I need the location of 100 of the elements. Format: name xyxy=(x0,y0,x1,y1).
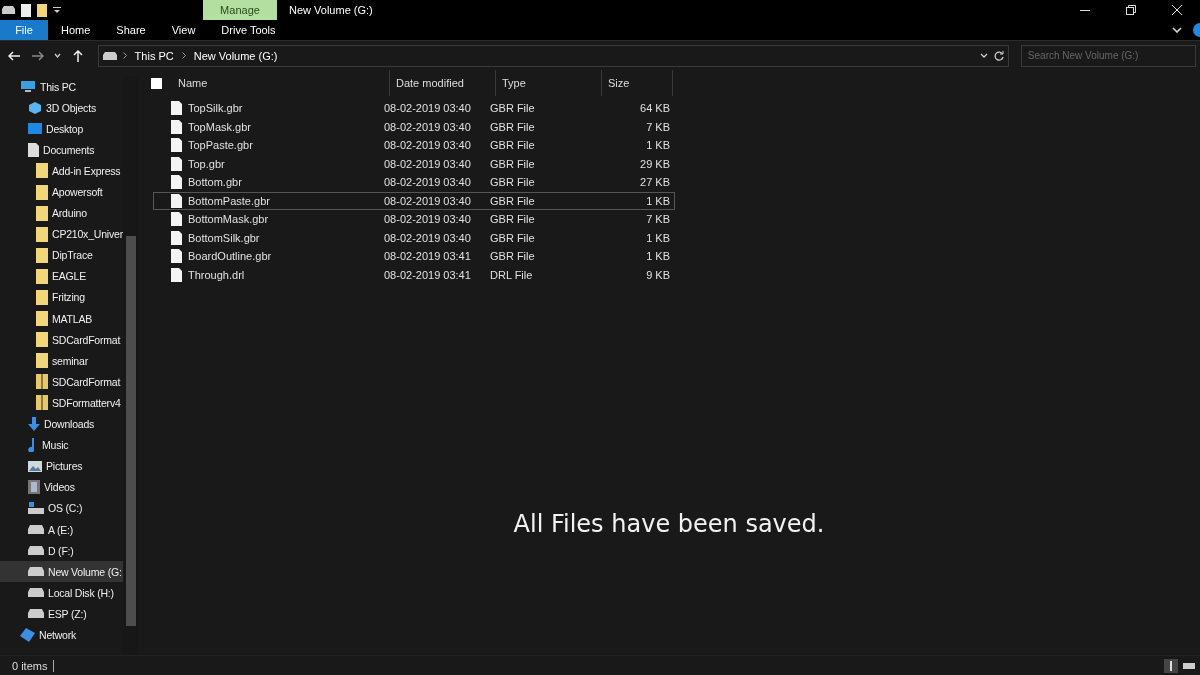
sidebar-item[interactable]: This PC xyxy=(0,76,123,98)
window-title: New Volume (G:) xyxy=(288,3,374,18)
type-cell: DRL File xyxy=(490,268,533,281)
close-icon xyxy=(1172,5,1182,15)
date-cell: 08-02-2019 03:41 xyxy=(384,268,471,281)
sidebar-item[interactable]: SDCardFormat xyxy=(0,329,123,351)
ribbon-tab[interactable]: Drive Tools xyxy=(208,20,289,40)
file-row[interactable]: TopMask.gbr 08-02-2019 03:40 GBR File 7 KB xyxy=(153,117,675,136)
sidebar-item[interactable]: Documents xyxy=(0,139,123,161)
file-row[interactable]: BottomMask.gbr 08-02-2019 03:40 GBR File 7 KB xyxy=(153,210,675,229)
sidebar-item[interactable]: Network xyxy=(0,624,123,646)
breadcrumb[interactable]: New Volume (G:) xyxy=(191,49,280,62)
sidebar-item[interactable]: Fritzing xyxy=(0,286,123,309)
sidebar-item[interactable]: Add-in Express xyxy=(0,160,123,182)
sidebar-item[interactable]: Apowersoft xyxy=(0,181,123,203)
file-icon xyxy=(171,101,182,116)
drive-icon xyxy=(28,609,44,619)
file-row[interactable]: Top.gbr 08-02-2019 03:40 GBR File 29 KB xyxy=(153,154,675,173)
refresh-icon[interactable] xyxy=(993,50,1004,61)
sidebar-item[interactable]: Local Disk (H:) xyxy=(0,582,123,604)
document-icon[interactable] xyxy=(21,3,31,17)
ribbon-tab[interactable]: File xyxy=(0,20,48,40)
file-icon xyxy=(171,267,182,282)
file-row[interactable]: BoardOutline.gbr 08-02-2019 03:41 GBR File 1 KB xyxy=(153,247,675,266)
sidebar-item[interactable]: SDCardFormat xyxy=(0,371,123,393)
sidebar-item[interactable]: 3D Objects xyxy=(0,97,123,119)
file-name: TopMask.gbr xyxy=(188,120,251,133)
file-row[interactable]: Through.drl 08-02-2019 03:41 DRL File 9 KB xyxy=(153,265,675,284)
address-bar[interactable]: This PC New Volume (G:) xyxy=(97,44,1009,67)
chevron-down-icon[interactable] xyxy=(979,53,988,58)
sidebar-item[interactable]: ESP (Z:) xyxy=(0,603,123,625)
file-icon xyxy=(171,138,182,153)
sidebar-item[interactable]: OS (C:) xyxy=(0,497,123,519)
column-header[interactable]: Type xyxy=(496,70,602,96)
picture-icon xyxy=(28,460,42,472)
sidebar-item[interactable]: Pictures xyxy=(0,455,123,477)
context-tab[interactable]: Manage xyxy=(203,0,277,20)
ribbon-tab[interactable]: Home xyxy=(48,20,104,40)
sidebar-item[interactable]: A (E:) xyxy=(0,518,123,541)
sidebar-item[interactable]: CP210x_Univer xyxy=(0,223,123,245)
sidebar-item[interactable]: Desktop xyxy=(0,118,123,140)
folder-icon xyxy=(36,353,48,369)
sidebar-item[interactable]: Videos xyxy=(0,476,123,498)
folder-icon xyxy=(36,205,48,221)
ribbon-tab[interactable]: View xyxy=(158,20,209,40)
caret-icon[interactable] xyxy=(53,6,61,14)
select-all-checkbox[interactable] xyxy=(151,77,162,89)
sidebar-item[interactable]: SDFormatterv4 xyxy=(0,392,123,414)
sidebar-item[interactable]: Arduino xyxy=(0,202,123,224)
file-row[interactable]: TopPaste.gbr 08-02-2019 03:40 GBR File 1 KB xyxy=(153,136,675,155)
network-icon xyxy=(20,628,35,642)
date-cell: 08-02-2019 03:40 xyxy=(384,139,471,152)
breadcrumb[interactable]: This PC xyxy=(132,49,176,62)
cube-icon xyxy=(28,100,42,115)
sidebar-item[interactable]: Downloads xyxy=(0,413,123,435)
file-row[interactable]: BottomSilk.gbr 08-02-2019 03:40 GBR File 1 KB xyxy=(153,228,675,247)
folder-icon xyxy=(36,226,48,242)
details-view-icon[interactable] xyxy=(1164,658,1178,673)
sidebar-item[interactable]: seminar xyxy=(0,350,123,372)
drive-icon xyxy=(2,6,15,14)
sidebar-item[interactable]: MATLAB xyxy=(0,308,123,330)
drive-icon xyxy=(102,51,117,60)
date-cell: 08-02-2019 03:40 xyxy=(384,120,471,133)
computer-icon xyxy=(20,80,36,94)
folder-icon xyxy=(36,247,48,263)
file-name: BottomPaste.gbr xyxy=(188,194,270,207)
folder-icon xyxy=(36,163,48,179)
sidebar-item[interactable]: DipTrace xyxy=(0,244,123,266)
sidebar-item[interactable]: D (F:) xyxy=(0,540,123,562)
date-cell: 08-02-2019 03:40 xyxy=(384,176,471,189)
chevron-right-icon xyxy=(181,52,186,59)
ribbon-tab[interactable]: Share xyxy=(103,20,159,40)
date-cell: 08-02-2019 03:40 xyxy=(384,157,471,170)
folder-icon xyxy=(36,268,48,284)
file-row[interactable]: TopSilk.gbr 08-02-2019 03:40 GBR File 64 KB xyxy=(153,99,675,118)
column-header[interactable]: Date modified xyxy=(390,70,496,96)
type-cell: GBR File xyxy=(490,231,535,244)
size-cell: 64 KB xyxy=(640,102,670,115)
type-cell: GBR File xyxy=(490,157,535,170)
sidebar-item[interactable]: Music xyxy=(0,434,123,456)
minimize-icon xyxy=(1080,9,1090,11)
document-icon xyxy=(28,142,39,157)
help-icon[interactable] xyxy=(1190,23,1200,37)
zip-folder-icon xyxy=(36,395,48,411)
folder-icon[interactable] xyxy=(37,3,47,17)
size-cell: 7 KB xyxy=(646,120,670,133)
file-icon xyxy=(171,156,182,171)
search-field[interactable]: Search New Volume (G:) xyxy=(1020,44,1196,67)
zip-folder-icon xyxy=(36,374,48,390)
column-header[interactable]: Size xyxy=(602,70,673,96)
sidebar-item[interactable]: EAGLE xyxy=(0,265,123,287)
drive-icon xyxy=(28,588,44,598)
file-row[interactable]: BottomPaste.gbr 08-02-2019 03:40 GBR File 1 KB xyxy=(153,191,675,210)
chevron-down-icon[interactable] xyxy=(1172,27,1182,33)
file-row[interactable]: Bottom.gbr 08-02-2019 03:40 GBR File 27 KB xyxy=(153,173,675,192)
sidebar-item[interactable]: New Volume (G: xyxy=(0,561,123,583)
folder-icon xyxy=(36,332,48,348)
column-header[interactable]: Name xyxy=(172,70,390,96)
desktop-icon xyxy=(28,123,42,135)
file-icon xyxy=(171,119,182,134)
